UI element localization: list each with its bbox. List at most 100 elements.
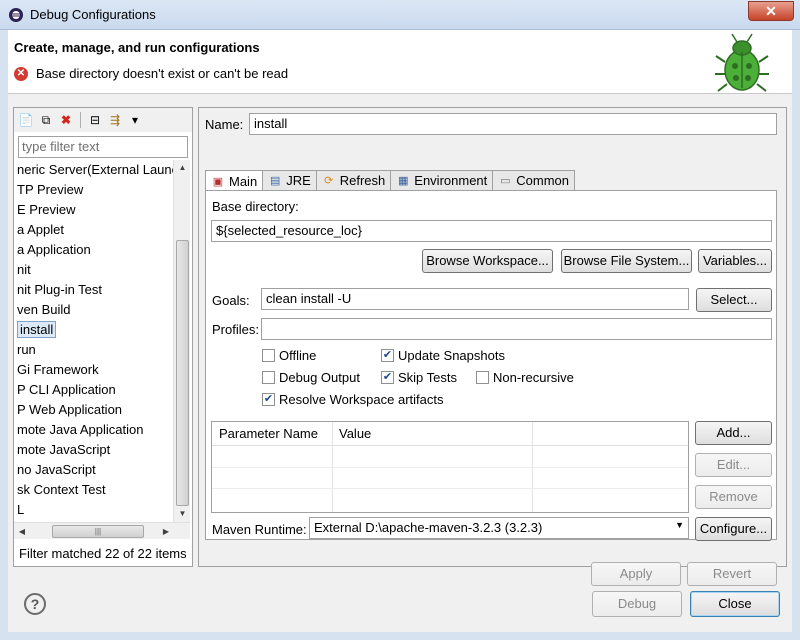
remove-parameter-button[interactable]: Remove — [695, 485, 772, 509]
update-snapshots-check-box[interactable]: ✔ — [381, 349, 394, 362]
config-list-item[interactable]: E Preview — [14, 200, 173, 220]
browse-workspace-button[interactable]: Browse Workspace... — [422, 249, 553, 273]
update-snapshots-checkbox[interactable]: ✔ Update Snapshots — [381, 348, 505, 363]
config-list-item-label: nit — [17, 262, 31, 277]
config-list-item-label: mote JavaScript — [17, 442, 111, 457]
config-list-item[interactable]: sk Context Test — [14, 480, 173, 500]
edit-parameter-button[interactable]: Edit... — [695, 453, 772, 477]
toolbar-separator — [80, 112, 81, 128]
parameter-name-column[interactable]: Parameter Name — [219, 426, 318, 441]
view-menu-icon[interactable]: ▾ — [127, 112, 143, 128]
delete-config-icon[interactable]: ✖ — [58, 112, 74, 128]
config-list-item[interactable]: mote JavaScript — [14, 440, 173, 460]
base-directory-label: Base directory: — [212, 199, 299, 214]
resolve-workspace-checkbox[interactable]: ✔ Resolve Workspace artifacts — [262, 392, 444, 407]
common-tab-icon: ▭ — [500, 175, 511, 187]
maven-runtime-label: Maven Runtime: — [212, 522, 307, 537]
filter-status: Filter matched 22 of 22 items — [19, 546, 187, 561]
hscroll-thumb[interactable]: ||| — [52, 525, 144, 538]
config-list-item[interactable]: nit Plug-in Test — [14, 280, 173, 300]
config-list-item[interactable]: Gi Framework — [14, 360, 173, 380]
close-button[interactable]: Close — [690, 591, 780, 617]
config-list-item-label: nit Plug-in Test — [17, 282, 103, 297]
config-list-item[interactable]: a Applet — [14, 220, 173, 240]
non-recursive-label: Non-recursive — [493, 370, 574, 385]
select-goals-button[interactable]: Select... — [696, 288, 772, 312]
config-list-item[interactable]: P Web Application — [14, 400, 173, 420]
config-list-item[interactable]: nit — [14, 260, 173, 280]
tab-main-label: Main — [229, 173, 258, 189]
config-list-item-label: TP Preview — [17, 182, 84, 197]
filter-config-icon[interactable]: ⇶ — [107, 112, 123, 128]
config-list-item[interactable]: ven Build — [14, 300, 173, 320]
header-title: Create, manage, and run configurations — [14, 40, 260, 55]
scroll-thumb[interactable] — [176, 240, 189, 506]
help-icon[interactable]: ? — [24, 593, 46, 615]
config-list-item-label: a Applet — [17, 222, 64, 237]
filter-input[interactable]: type filter text — [18, 136, 188, 158]
debug-output-check-box[interactable] — [262, 371, 275, 384]
apply-button[interactable]: Apply — [591, 562, 681, 586]
debug-button[interactable]: Debug — [592, 591, 682, 617]
profiles-input[interactable] — [261, 318, 772, 340]
browse-file-system-button[interactable]: Browse File System... — [561, 249, 692, 273]
window-close-button[interactable]: ✕ — [748, 1, 794, 21]
resolve-workspace-label: Resolve Workspace artifacts — [279, 392, 444, 407]
row-divider — [212, 467, 688, 468]
skip-tests-label: Skip Tests — [398, 370, 458, 385]
config-list-item[interactable]: install — [14, 320, 173, 340]
config-list-item[interactable]: run — [14, 340, 173, 360]
add-parameter-button[interactable]: Add... — [695, 421, 772, 445]
resolve-workspace-check-box[interactable]: ✔ — [262, 393, 275, 406]
base-directory-input[interactable]: ${selected_resource_loc} — [211, 220, 772, 242]
config-list-item[interactable]: TP Preview — [14, 180, 173, 200]
maven-runtime-select[interactable]: External D:\apache-maven-3.2.3 (3.2.3) ▼ — [309, 517, 689, 539]
debug-output-label: Debug Output — [279, 370, 360, 385]
variables-button[interactable]: Variables... — [698, 249, 772, 273]
name-input[interactable]: install — [249, 113, 777, 135]
config-list-item[interactable]: neric Server(External Launc — [14, 160, 173, 180]
parameters-table[interactable]: Parameter Name Value — [211, 421, 689, 513]
duplicate-config-icon[interactable]: ⧉ — [38, 112, 54, 128]
tree-horizontal-scrollbar[interactable]: ◀ ||| ▶ — [14, 522, 190, 539]
profiles-label: Profiles: — [212, 322, 259, 337]
config-list-item-label: E Preview — [17, 202, 76, 217]
configurations-toolbar: 📄 ⧉ ✖ ⊟ ⇶ ▾ — [14, 108, 192, 132]
configure-runtime-button[interactable]: Configure... — [695, 517, 772, 541]
scroll-up-icon[interactable]: ▲ — [174, 160, 191, 176]
tab-jre[interactable]: ▤ JRE — [262, 170, 317, 191]
config-list-item-label: run — [17, 342, 36, 357]
tab-refresh[interactable]: ⟳ Refresh — [315, 170, 392, 191]
config-list-item[interactable]: P CLI Application — [14, 380, 173, 400]
main-tab-content: Base directory: ${selected_resource_loc}… — [205, 190, 777, 541]
scroll-down-icon[interactable]: ▼ — [174, 506, 191, 522]
non-recursive-checkbox[interactable]: Non-recursive — [476, 370, 574, 385]
tab-environment[interactable]: ▦ Environment — [390, 170, 494, 191]
maven-runtime-value: External D:\apache-maven-3.2.3 (3.2.3) — [314, 520, 543, 535]
offline-checkbox[interactable]: Offline — [262, 348, 316, 363]
scroll-left-icon[interactable]: ◀ — [14, 523, 30, 540]
config-list-item[interactable]: mote Java Application — [14, 420, 173, 440]
configurations-pane: 📄 ⧉ ✖ ⊟ ⇶ ▾ type filter text neric Serve… — [13, 107, 193, 567]
tree-vertical-scrollbar[interactable]: ▲ ▼ — [173, 160, 190, 522]
config-list-item[interactable]: no JavaScript — [14, 460, 173, 480]
config-list-item[interactable]: L — [14, 500, 173, 520]
debug-output-checkbox[interactable]: Debug Output — [262, 370, 360, 385]
tab-main[interactable]: ▣ Main — [205, 170, 264, 192]
collapse-all-icon[interactable]: ⊟ — [87, 112, 103, 128]
offline-check-box[interactable] — [262, 349, 275, 362]
refresh-tab-icon: ⟳ — [324, 175, 334, 187]
config-list-item-label: Gi Framework — [17, 362, 99, 377]
configurations-tree[interactable]: neric Server(External Launc TP Preview E P… — [14, 160, 173, 522]
revert-button[interactable]: Revert — [687, 562, 777, 586]
value-column[interactable]: Value — [339, 426, 371, 441]
goals-input[interactable]: clean install -U — [261, 288, 689, 310]
config-list-item[interactable]: a Application — [14, 240, 173, 260]
skip-tests-checkbox[interactable]: ✔ Skip Tests — [381, 370, 457, 385]
non-recursive-check-box[interactable] — [476, 371, 489, 384]
new-config-icon[interactable]: 📄 — [18, 112, 34, 128]
scroll-right-icon[interactable]: ▶ — [158, 523, 174, 540]
skip-tests-check-box[interactable]: ✔ — [381, 371, 394, 384]
config-list-item-label: ven Build — [17, 302, 71, 317]
tab-common[interactable]: ▭ Common — [492, 170, 576, 191]
